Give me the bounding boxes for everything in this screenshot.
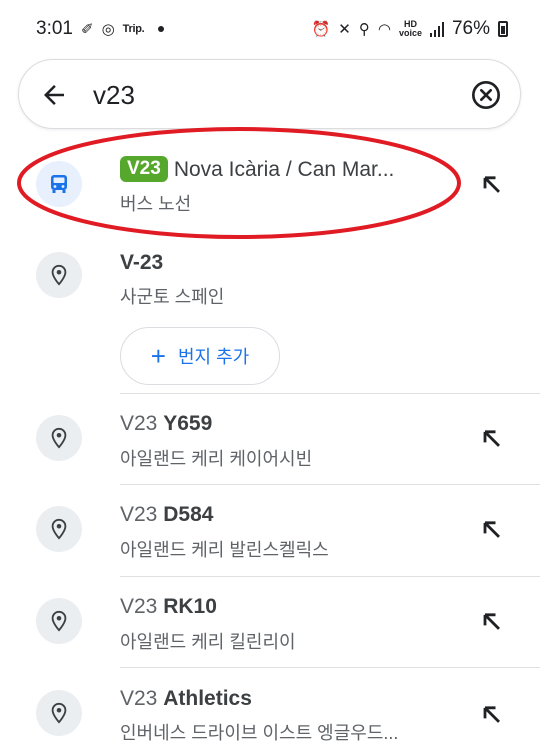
result-subtitle: 사군토 스페인 xyxy=(120,287,225,307)
battery-icon xyxy=(498,21,508,37)
add-address-button[interactable]: + 번지 추가 xyxy=(120,327,280,385)
result-row[interactable]: V23 Y659 아일랜드 케리 케이어시빈 xyxy=(0,395,540,485)
place-icon-circle xyxy=(36,252,82,298)
wifi-icon: ◠ xyxy=(377,20,391,38)
location-pin-icon xyxy=(51,702,67,724)
search-bar xyxy=(18,59,521,129)
fill-query-arrow-icon[interactable] xyxy=(478,609,506,637)
divider xyxy=(120,484,540,485)
query-match: V23 xyxy=(120,595,158,618)
result-title: V23 Athletics xyxy=(120,687,252,711)
divider xyxy=(120,576,540,577)
status-bar: 3:01 ✐ ◎ Trip. ⏰ ✕ ⚲ ◠ HD voice 76% xyxy=(0,0,540,60)
place-icon-circle xyxy=(36,506,82,552)
location-pin-icon xyxy=(51,264,67,286)
result-name: Y659 xyxy=(163,412,213,435)
clear-search-icon[interactable] xyxy=(470,79,502,111)
divider xyxy=(120,393,540,394)
result-subtitle: 인버네스 드라이브 이스트 엥글우드... xyxy=(120,723,399,743)
place-icon-circle xyxy=(36,598,82,644)
more-notifications-dot xyxy=(158,26,165,32)
hd-voice-icon: HD voice xyxy=(398,19,422,38)
result-name: RK10 xyxy=(163,595,217,618)
result-name: D584 xyxy=(163,503,214,526)
red-annotation-ellipse xyxy=(17,127,461,239)
result-title: V23 Y659 xyxy=(120,412,212,436)
result-name: Athletics xyxy=(163,687,252,710)
divider xyxy=(120,667,540,668)
search-input[interactable] xyxy=(91,74,455,116)
fill-query-arrow-icon[interactable] xyxy=(478,517,506,545)
location-pin-icon xyxy=(51,427,67,449)
mute-icon: ✕ xyxy=(338,20,351,38)
fill-query-arrow-icon[interactable] xyxy=(478,702,506,730)
status-right: ⏰ ✕ ⚲ ◠ HD voice 76% xyxy=(312,18,508,40)
fill-query-arrow-icon[interactable] xyxy=(478,172,506,200)
result-row[interactable]: V23 Athletics 인버네스 드라이브 이스트 엥글우드... xyxy=(0,669,540,754)
location-pin-icon xyxy=(51,610,67,632)
back-arrow-icon[interactable] xyxy=(39,80,69,110)
fill-query-arrow-icon[interactable] xyxy=(478,426,506,454)
location-icon: ⚲ xyxy=(358,20,370,38)
place-icon-circle xyxy=(36,690,82,736)
place-icon-circle xyxy=(36,415,82,461)
status-mini-label: Trip. xyxy=(122,23,145,35)
status-left: 3:01 ✐ ◎ Trip. xyxy=(36,18,165,40)
status-time: 3:01 xyxy=(36,18,73,39)
result-row[interactable]: V23 RK10 아일랜드 케리 킬린리이 xyxy=(0,578,540,668)
result-row[interactable]: V23 D584 아일랜드 케리 발린스켈릭스 xyxy=(0,486,540,576)
result-subtitle: 아일랜드 케리 발린스켈릭스 xyxy=(120,540,329,560)
alarm-icon: ⏰ xyxy=(311,20,331,38)
add-address-label: 번지 추가 xyxy=(177,347,250,367)
result-subtitle: 아일랜드 케리 케이어시빈 xyxy=(120,449,313,469)
result-title: V23 D584 xyxy=(120,503,213,527)
battery-percent: 76% xyxy=(451,18,490,39)
result-subtitle: 아일랜드 케리 킬린리이 xyxy=(120,632,296,652)
query-match: V23 xyxy=(120,503,158,526)
location-pin-icon xyxy=(51,518,67,540)
signal-icon xyxy=(429,21,444,37)
result-title: V23 RK10 xyxy=(120,595,217,619)
result-title: V-23 xyxy=(120,251,164,274)
plus-icon: + xyxy=(150,341,166,371)
query-match: V23 xyxy=(120,412,158,435)
query-match: V23 xyxy=(120,687,158,710)
notification-app-icon: ✐ xyxy=(80,20,94,38)
instagram-icon: ◎ xyxy=(101,20,115,38)
